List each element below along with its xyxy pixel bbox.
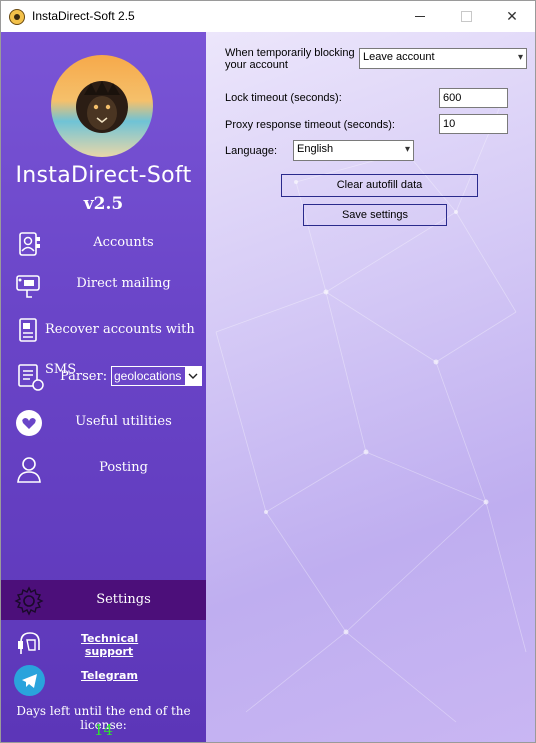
maximize-button[interactable] <box>443 1 489 32</box>
proxy-timeout-input[interactable]: 10 <box>439 114 508 134</box>
parser-label: Parser: <box>60 369 108 384</box>
minimize-button[interactable] <box>397 1 443 32</box>
title-bar: InstaDirect-Soft 2.5 ✕ <box>1 1 535 32</box>
nav-direct-mailing[interactable]: Direct mailing <box>1 264 206 304</box>
window-title: InstaDirect-Soft 2.5 <box>32 9 135 23</box>
blocking-select-value: Leave account <box>363 51 435 63</box>
nav-recover-sms[interactable]: Recover accounts with SMS <box>1 310 206 377</box>
settings-panel: When temporarily blocking your account L… <box>206 32 535 742</box>
telegram-icon[interactable] <box>14 665 45 696</box>
lion-logo <box>51 55 153 157</box>
lock-timeout-label: Lock timeout (seconds): <box>225 92 342 104</box>
lock-timeout-input[interactable]: 600 <box>439 88 508 108</box>
sms-recover-icon <box>19 318 37 342</box>
blocking-select[interactable]: Leave account ▾ <box>359 48 527 69</box>
nav-settings[interactable]: Settings <box>1 580 206 620</box>
gear-icon <box>14 586 44 616</box>
direct-mailing-icon <box>16 275 40 298</box>
nav-posting[interactable]: Posting <box>1 448 206 488</box>
chevron-down-icon[interactable] <box>185 367 201 385</box>
blocking-label: When temporarily blocking your account <box>225 47 355 71</box>
nav-accounts[interactable]: Accounts <box>1 223 206 263</box>
license-days: 14 <box>93 721 114 739</box>
technical-support-link[interactable]: Technical support <box>81 632 138 658</box>
parser-select-value: geolocations <box>114 369 182 383</box>
language-select[interactable]: English ▾ <box>293 140 414 161</box>
language-select-value: English <box>297 143 334 155</box>
brand-version: v2.5 <box>83 194 124 214</box>
parser-row: Parser: geolocations <box>1 357 206 397</box>
app-window: InstaDirect-Soft 2.5 ✕ InstaDirect-Soft … <box>0 0 536 743</box>
parser-icon <box>18 364 44 391</box>
nav-posting-label: Posting <box>99 460 148 475</box>
user-icon <box>17 457 41 483</box>
accounts-icon <box>19 232 40 256</box>
language-label: Language: <box>225 145 277 157</box>
chevron-down-icon[interactable]: ▾ <box>405 141 410 159</box>
close-button[interactable]: ✕ <box>489 1 535 32</box>
proxy-timeout-label: Proxy response timeout (seconds): <box>225 119 395 131</box>
nav-settings-label: Settings <box>96 592 151 607</box>
network-background <box>215 91 527 723</box>
app-logo-icon <box>9 9 25 25</box>
nav-accounts-label: Accounts <box>93 235 154 250</box>
parser-select[interactable]: geolocations <box>111 366 202 386</box>
telegram-link[interactable]: Telegram <box>81 669 138 682</box>
chevron-down-icon[interactable]: ▾ <box>518 49 523 67</box>
clear-autofill-button[interactable]: Clear autofill data <box>281 174 478 197</box>
nav-useful-utilities[interactable]: Useful utilities <box>1 402 206 442</box>
save-settings-button[interactable]: Save settings <box>303 204 447 226</box>
heart-icon <box>16 410 42 436</box>
sidebar: InstaDirect-Soft v2.5 Accounts Direct ma… <box>1 32 206 742</box>
nav-direct-mailing-label: Direct mailing <box>76 276 171 291</box>
brand-name: InstaDirect-Soft <box>15 163 192 188</box>
lion-icon <box>76 81 128 133</box>
nav-useful-utilities-label: Useful utilities <box>75 414 172 429</box>
support-icon <box>18 632 40 654</box>
